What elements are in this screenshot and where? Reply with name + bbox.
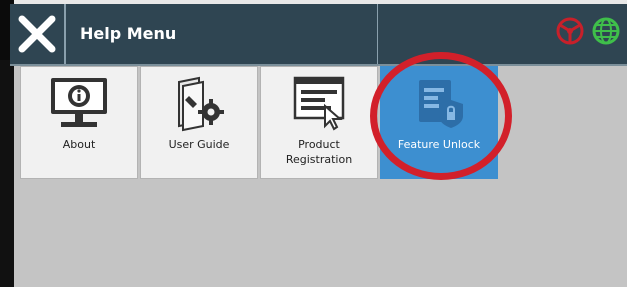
tile-about-label: About — [62, 138, 96, 151]
status-icons — [555, 16, 621, 46]
tile-product-registration[interactable]: Product Registration — [260, 66, 378, 179]
highlight-circle — [370, 52, 512, 180]
user-guide-icon — [178, 76, 224, 132]
close-icon — [18, 15, 56, 53]
header-divider — [377, 4, 378, 64]
tile-product-registration-label: Product Registration — [285, 138, 353, 166]
tile-about[interactable]: About — [20, 66, 138, 179]
steering-wheel-status-icon[interactable] — [555, 16, 585, 46]
gnss-globe-status-icon[interactable] — [591, 16, 621, 46]
tile-user-guide[interactable]: User Guide — [140, 66, 258, 179]
close-button[interactable] — [10, 4, 66, 64]
tile-user-guide-label: User Guide — [168, 138, 230, 151]
product-registration-icon — [293, 76, 345, 131]
info-monitor-icon — [51, 78, 107, 127]
bezel-left — [0, 60, 14, 287]
page-title: Help Menu — [80, 24, 177, 43]
